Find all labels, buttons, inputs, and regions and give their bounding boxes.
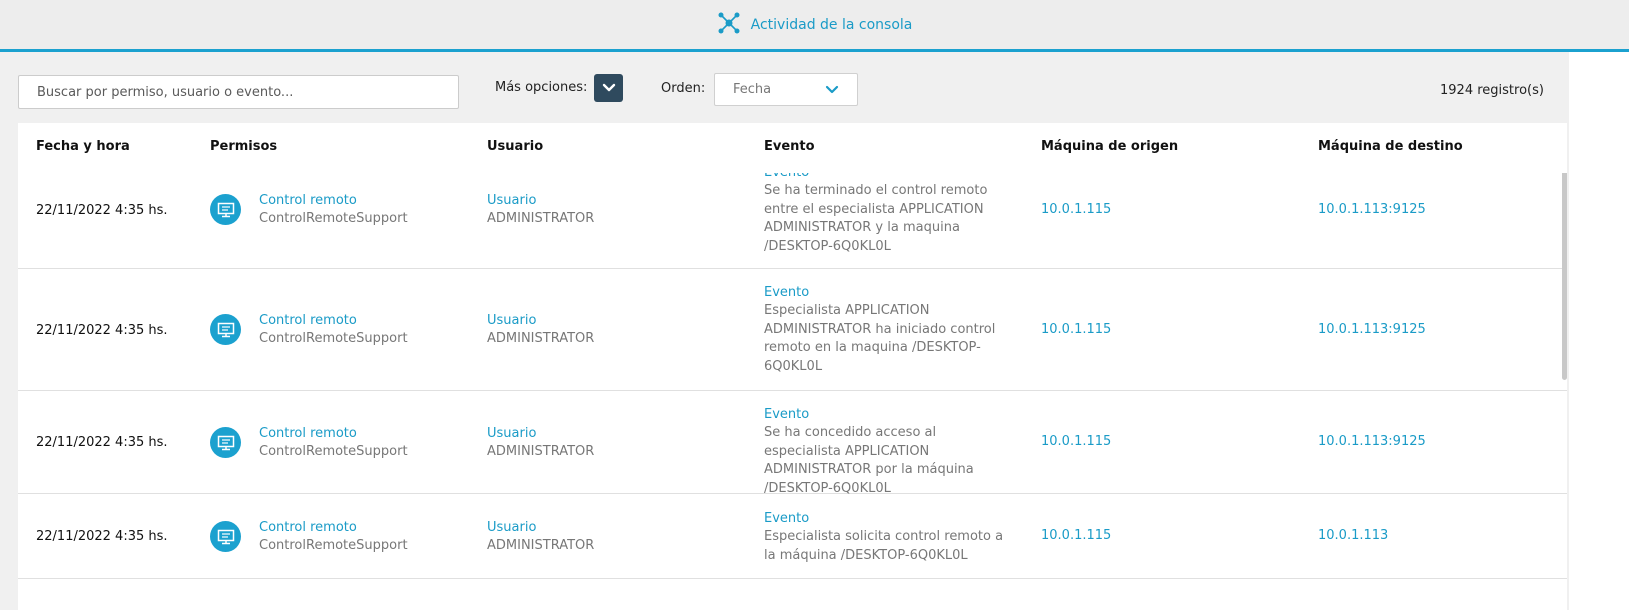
row-date: 22/11/2022 4:35 hs. (36, 323, 168, 338)
row-date: 22/11/2022 4:35 hs. (36, 529, 168, 544)
event-description: Especialista solicita control remoto a l… (764, 529, 1004, 563)
network-nodes-icon (717, 11, 741, 39)
destination-machine[interactable]: 10.0.1.113:9125 (1318, 321, 1426, 340)
table-row[interactable]: 22/11/2022 4:35 hs. Control remoto Contr… (18, 269, 1567, 391)
event-link[interactable]: Evento (764, 406, 809, 425)
column-header-date[interactable]: Fecha y hora (36, 139, 130, 154)
permission-code: ControlRemoteSupport (259, 331, 408, 346)
page-title: Actividad de la consola (750, 16, 913, 33)
user-name: ADMINISTRATOR (487, 538, 595, 553)
toolbar: Más opciones: Orden: Fecha 1924 registro… (0, 55, 1629, 127)
console-activity-page: Actividad de la consola Más opciones: Or… (0, 0, 1629, 610)
remote-desktop-icon (210, 521, 241, 552)
permission-code: ControlRemoteSupport (259, 538, 408, 553)
table-row[interactable]: 22/11/2022 4:35 hs. Control remoto Contr… (18, 391, 1567, 496)
more-options-button[interactable] (594, 74, 623, 102)
event-link[interactable]: Evento (764, 510, 809, 529)
user-link[interactable]: Usuario (487, 192, 536, 211)
user-link[interactable]: Usuario (487, 312, 536, 331)
chevron-down-icon (825, 85, 839, 93)
user-name: ADMINISTRATOR (487, 211, 595, 226)
destination-machine[interactable]: 10.0.1.113:9125 (1318, 433, 1426, 452)
column-header-permissions[interactable]: Permisos (210, 139, 277, 154)
permission-code: ControlRemoteSupport (259, 444, 408, 459)
row-date: 22/11/2022 4:35 hs. (36, 435, 168, 450)
row-date: 22/11/2022 4:35 hs. (36, 203, 168, 218)
order-label: Orden: (661, 81, 706, 96)
destination-machine[interactable]: 10.0.1.113:9125 (1318, 201, 1426, 220)
remote-desktop-icon (210, 314, 241, 345)
chevron-down-icon (602, 83, 615, 92)
table-scrollbar[interactable] (1562, 156, 1567, 380)
search-input[interactable] (18, 75, 459, 109)
user-link[interactable]: Usuario (487, 425, 536, 444)
permission-code: ControlRemoteSupport (259, 211, 408, 226)
user-name: ADMINISTRATOR (487, 331, 595, 346)
user-link[interactable]: Usuario (487, 519, 536, 538)
origin-machine[interactable]: 10.0.1.115 (1041, 201, 1111, 220)
event-description: Se ha terminado el control remoto entre … (764, 183, 988, 254)
remote-desktop-icon (210, 194, 241, 225)
permission-name[interactable]: Control remoto (259, 312, 357, 331)
record-count: 1924 registro(s) (1440, 83, 1544, 98)
table-header: Fecha y hora Permisos Usuario Evento Máq… (18, 123, 1567, 173)
permission-name[interactable]: Control remoto (259, 425, 357, 444)
column-header-user[interactable]: Usuario (487, 139, 543, 154)
column-header-destination-machine[interactable]: Máquina de destino (1318, 139, 1463, 154)
order-value: Fecha (733, 82, 772, 97)
permission-name[interactable]: Control remoto (259, 519, 357, 538)
origin-machine[interactable]: 10.0.1.115 (1041, 321, 1111, 340)
event-description: Especialista APPLICATION ADMINISTRATOR h… (764, 303, 996, 374)
event-description: Se ha concedido acceso al especialista A… (764, 425, 974, 496)
origin-machine[interactable]: 10.0.1.115 (1041, 433, 1111, 452)
column-header-event[interactable]: Evento (764, 139, 815, 154)
activity-table: Fecha y hora Permisos Usuario Evento Máq… (18, 123, 1567, 610)
header-bar: Actividad de la consola (0, 0, 1629, 52)
order-select[interactable]: Fecha (714, 73, 858, 106)
event-link[interactable]: Evento (764, 284, 809, 303)
more-options-label: Más opciones: (495, 80, 588, 95)
user-name: ADMINISTRATOR (487, 444, 595, 459)
permission-name[interactable]: Control remoto (259, 192, 357, 211)
column-header-origin-machine[interactable]: Máquina de origen (1041, 139, 1178, 154)
destination-machine[interactable]: 10.0.1.113 (1318, 527, 1388, 546)
table-row[interactable]: 22/11/2022 4:35 hs. Control remoto Contr… (18, 494, 1567, 579)
remote-desktop-icon (210, 427, 241, 458)
origin-machine[interactable]: 10.0.1.115 (1041, 527, 1111, 546)
